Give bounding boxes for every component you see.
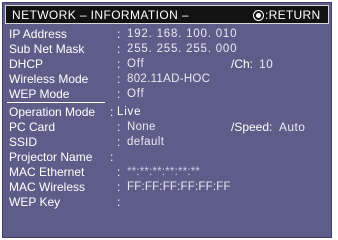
circle-button-icon — [253, 10, 264, 21]
label-speed: /Speed: — [231, 120, 273, 134]
value-dhcp: Off — [127, 58, 145, 70]
value-operation-mode: Live — [117, 106, 142, 118]
info-panel: NETWORK – INFORMATION – :RETURN IP Addre… — [2, 2, 332, 238]
return-label: :RETURN — [265, 8, 321, 22]
divider-top — [7, 102, 105, 103]
label-projector-name: Projector Name — [9, 150, 93, 164]
value-channel: 10 — [259, 57, 274, 71]
label-mac-wireless: MAC Wireless — [9, 180, 86, 194]
label-pc-card: PC Card — [9, 120, 56, 134]
row-pc-card: PC Card : None /Speed: Auto — [9, 120, 306, 134]
label-wep-key: WEP Key — [9, 195, 61, 209]
label-ip-address: IP Address — [9, 27, 67, 41]
value-ip-address: 192. 168. 100. 010 — [127, 28, 238, 40]
label-wireless-mode: Wireless Mode — [9, 72, 89, 86]
network-information-screen: NETWORK – INFORMATION – :RETURN IP Addre… — [0, 0, 338, 240]
label-wep-mode: WEP Mode — [9, 87, 70, 101]
label-dhcp: DHCP — [9, 57, 44, 71]
row-dhcp: DHCP : Off /Ch: 10 — [9, 57, 274, 71]
value-mac-ethernet: **:**:**:**:**:** — [127, 166, 201, 178]
page-title: NETWORK – INFORMATION – — [12, 8, 189, 22]
label-ssid: SSID — [9, 135, 38, 149]
value-speed: Auto — [279, 120, 306, 134]
label-channel: /Ch: — [231, 57, 254, 71]
label-subnet-mask: Sub Net Mask — [9, 42, 85, 56]
value-mac-wireless: FF:FF:FF:FF:FF:FF — [127, 181, 231, 193]
label-operation-mode: Operation Mode — [9, 105, 96, 119]
value-wireless-mode: 802.11AD-HOC — [127, 73, 211, 85]
return-hint[interactable]: :RETURN — [253, 8, 320, 22]
label-mac-ethernet: MAC Ethernet — [9, 165, 85, 179]
value-ssid: default — [127, 136, 165, 148]
value-wep-mode: Off — [127, 88, 145, 100]
title-bar: NETWORK – INFORMATION – :RETURN — [5, 5, 329, 24]
value-subnet-mask: 255. 255. 255. 000 — [127, 43, 238, 55]
value-pc-card: None — [127, 121, 156, 133]
